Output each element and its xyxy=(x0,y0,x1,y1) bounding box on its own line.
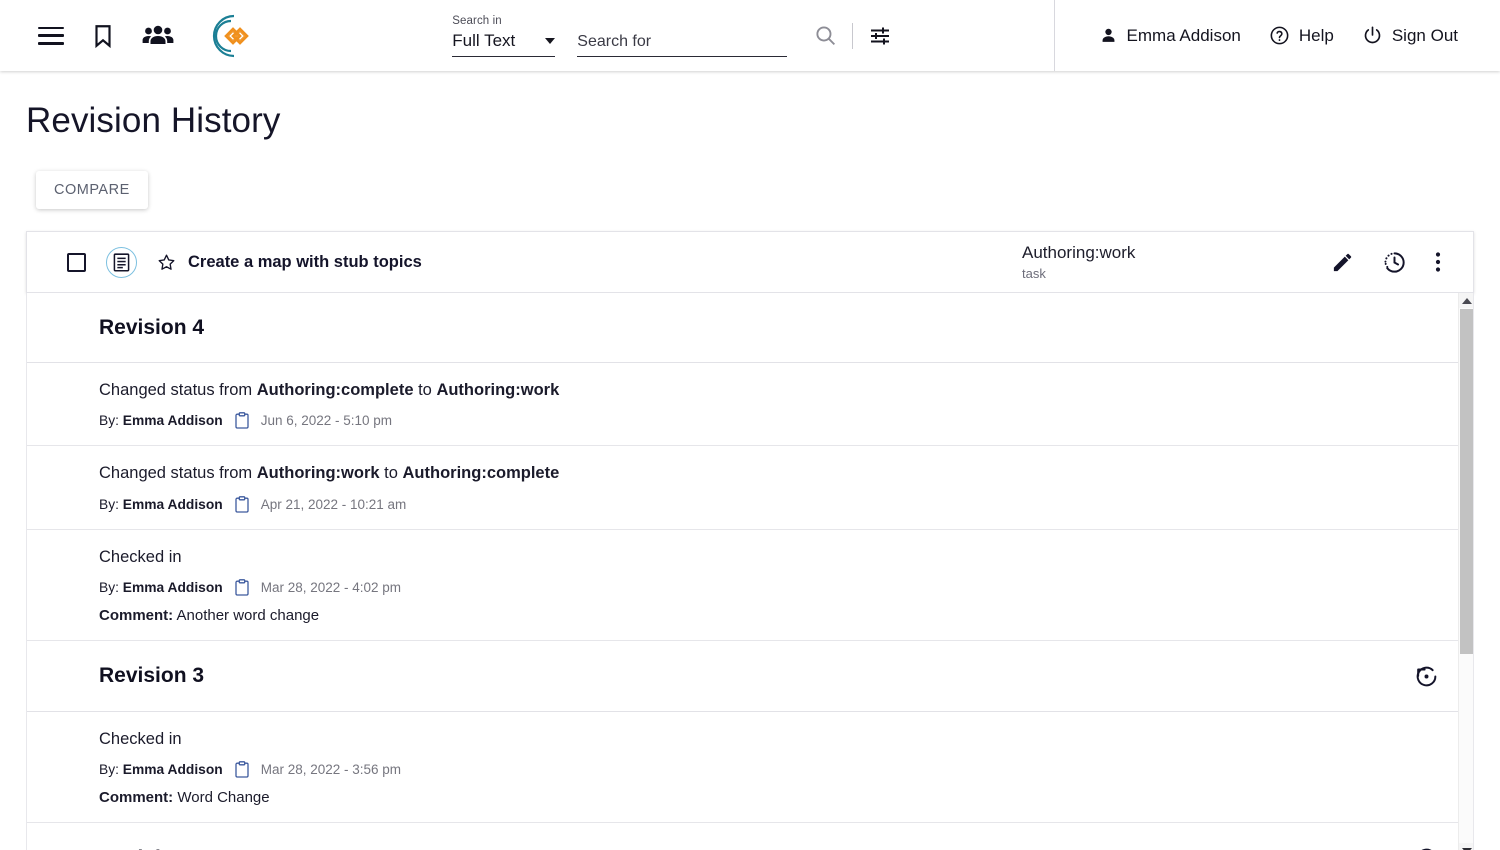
person-icon xyxy=(1102,28,1114,42)
search-input[interactable] xyxy=(577,32,788,57)
revision-entry-author: By: Emma Addison xyxy=(99,496,223,512)
search-wrapper: Search in Full Text xyxy=(452,14,788,57)
scroll-up-arrow-icon[interactable] xyxy=(1459,293,1473,308)
revision-entry: Checked in By: Emma Addison Mar 28, 2022 -… xyxy=(27,530,1473,641)
search-in-label: Search in xyxy=(452,14,502,27)
user-menu[interactable]: Emma Addison xyxy=(1085,26,1255,46)
signout-label: Sign Out xyxy=(1391,25,1458,45)
scroll-down-arrow-icon[interactable] xyxy=(1459,843,1473,850)
revision-section-header: Revision 1 xyxy=(27,823,1473,850)
app-logo-icon[interactable] xyxy=(200,10,252,62)
revision-entry-meta: By: Emma Addison Jun 6, 2022 - 5:10 pm xyxy=(99,412,1439,429)
help-button[interactable]: Help xyxy=(1255,25,1348,46)
document-summary-row: Create a map with stub topics Authoring:… xyxy=(26,231,1474,293)
compare-toolbar: COMPARE xyxy=(0,141,1500,209)
clipboard-icon[interactable] xyxy=(235,578,249,596)
revision-entry-date: Jun 6, 2022 - 5:10 pm xyxy=(260,413,393,429)
search-area: Search in Full Text xyxy=(252,15,1054,57)
star-outline-icon[interactable] xyxy=(157,253,176,272)
revision-entry-author: By: Emma Addison xyxy=(99,413,223,429)
revision-entry: Changed status from Authoring:work to Au… xyxy=(27,446,1473,530)
revision-section-header: Revision 3 xyxy=(27,641,1473,712)
document-actions xyxy=(1331,250,1451,275)
user-name-label: Emma Addison xyxy=(1126,25,1241,45)
revision-entry-meta: By: Emma Addison Apr 21, 2022 - 10:21 am xyxy=(99,495,1439,513)
vertical-divider xyxy=(852,22,854,49)
chevron-down-icon xyxy=(545,37,556,44)
power-icon xyxy=(1364,26,1381,44)
restore-icon[interactable] xyxy=(1414,664,1439,689)
bookmark-icon[interactable] xyxy=(90,22,116,50)
more-vertical-icon[interactable] xyxy=(1435,250,1441,274)
revision-entry-date: Mar 28, 2022 - 4:02 pm xyxy=(260,579,402,595)
revision-title: Revision 1 xyxy=(99,847,204,850)
document-title[interactable]: Create a map with stub topics xyxy=(188,253,422,272)
revision-entry-date: Mar 28, 2022 - 3:56 pm xyxy=(260,762,402,778)
search-in-select[interactable]: Search in Full Text xyxy=(452,14,556,57)
page-title: Revision History xyxy=(26,101,281,140)
search-actions xyxy=(813,22,893,49)
document-select-checkbox[interactable] xyxy=(67,252,86,272)
signout-button[interactable]: Sign Out xyxy=(1348,25,1472,46)
hamburger-menu-icon[interactable] xyxy=(38,26,64,45)
revision-section-header: Revision 4 xyxy=(27,293,1473,363)
revision-entry: Checked in By: Emma Addison Mar 28, 2022 -… xyxy=(27,712,1473,824)
revision-entry-description: Changed status from Authoring:work to Au… xyxy=(99,464,560,483)
revision-list-scroll-area: Revision 4 Changed status from Authoring:… xyxy=(26,293,1474,850)
revision-entry-meta: By: Emma Addison Mar 28, 2022 - 4:02 pm xyxy=(99,578,1439,596)
revision-entry-comment: Comment: Another word change xyxy=(99,606,320,624)
history-clock-icon[interactable] xyxy=(1382,250,1407,275)
compare-button[interactable]: COMPARE xyxy=(36,171,148,209)
revision-entry-meta: By: Emma Addison Mar 28, 2022 - 3:56 pm xyxy=(99,761,1439,778)
restore-icon[interactable] xyxy=(1414,846,1439,850)
search-in-value: Full Text xyxy=(452,30,516,50)
tune-filter-icon[interactable] xyxy=(867,24,893,48)
topbar-left-icons xyxy=(0,10,252,62)
help-circle-icon xyxy=(1270,26,1289,45)
help-label: Help xyxy=(1298,25,1334,45)
search-icon[interactable] xyxy=(813,23,838,48)
top-navigation-bar: Search in Full Text Search for Emma Addi… xyxy=(0,0,1500,71)
revision-entry-description: Checked in xyxy=(99,729,182,748)
document-status: Authoring:work task xyxy=(1022,243,1135,281)
document-status-type: task xyxy=(1022,265,1046,281)
revision-title: Revision 3 xyxy=(99,664,205,688)
clipboard-icon[interactable] xyxy=(235,495,249,513)
vertical-scrollbar[interactable] xyxy=(1458,293,1473,850)
revision-entry-date: Apr 21, 2022 - 10:21 am xyxy=(260,496,407,512)
revision-entry: Changed status from Authoring:complete t… xyxy=(27,363,1473,447)
revision-entry-author: By: Emma Addison xyxy=(99,579,223,595)
revision-list: Revision 4 Changed status from Authoring:… xyxy=(27,293,1473,850)
revision-entry-description: Changed status from Authoring:complete t… xyxy=(99,381,560,399)
document-status-value: Authoring:work xyxy=(1022,243,1136,263)
clipboard-icon[interactable] xyxy=(235,761,249,778)
search-in-select-row[interactable]: Full Text xyxy=(452,30,556,57)
pencil-edit-icon[interactable] xyxy=(1331,251,1354,274)
topbar-right-menu: Emma Addison Help Sign Out xyxy=(1053,0,1500,71)
revision-entry-author: By: Emma Addison xyxy=(99,762,223,778)
people-group-icon[interactable] xyxy=(142,23,174,49)
revision-title: Revision 4 xyxy=(99,316,205,339)
revision-entry-description: Checked in xyxy=(99,547,182,566)
clipboard-icon[interactable] xyxy=(235,412,249,429)
scrollbar-thumb[interactable] xyxy=(1460,309,1473,654)
document-icon[interactable] xyxy=(106,246,137,278)
revision-entry-comment: Comment: Word Change xyxy=(99,789,270,807)
